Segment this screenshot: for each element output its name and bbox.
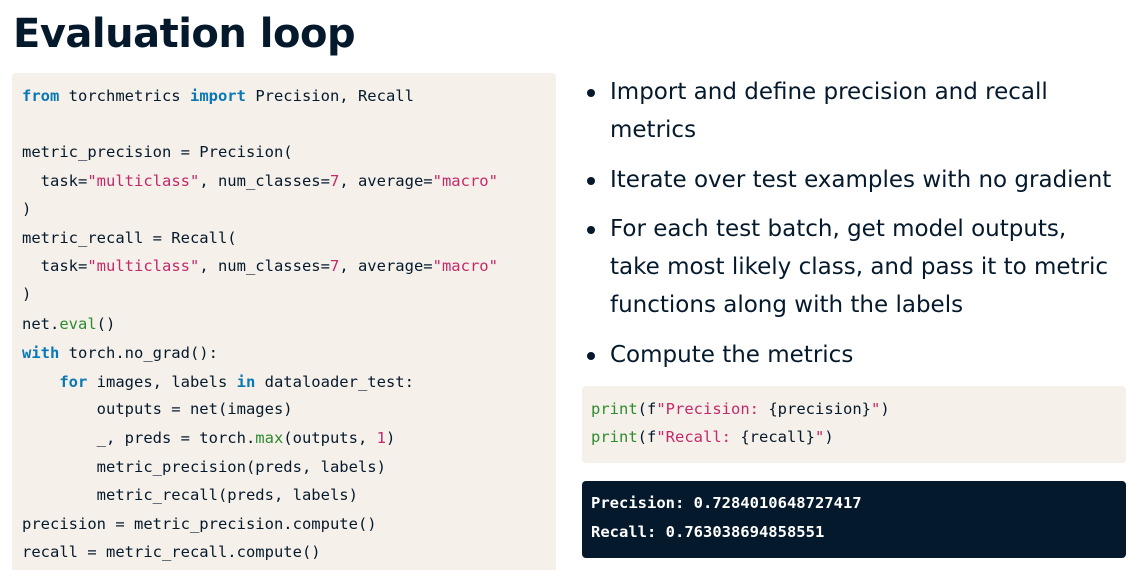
code-text: , num_classes= [199, 257, 330, 275]
code-line: metric_recall(preds, labels) [22, 486, 358, 504]
bullet-dot-icon [587, 177, 595, 185]
code-line: task="multiclass", num_classes=7, averag… [22, 171, 498, 191]
code-line: precision = metric_precision.compute() [22, 515, 377, 533]
code-number: 7 [329, 257, 340, 275]
code-text: torch.no_grad(): [59, 344, 218, 362]
output-block: Precision: 0.7284010648727417 Recall: 0.… [582, 481, 1126, 558]
code-string: " [870, 400, 881, 418]
code-string: "multiclass" [87, 257, 200, 275]
output-line: Precision: 0.7284010648727417 [591, 494, 862, 512]
code-text: (f [637, 428, 657, 446]
print-code-block: print(f"Precision: {precision}") print(f… [582, 386, 1126, 463]
code-text: images, labels [87, 373, 237, 391]
code-line: print(f"Recall: {recall}") [591, 427, 834, 447]
code-text: , average= [339, 172, 433, 190]
code-text: Precision, Recall [245, 87, 414, 105]
code-line: metric_precision(preds, labels) [22, 458, 386, 476]
code-text: ) [880, 400, 890, 418]
bullet-item: Iterate over test examples with no gradi… [582, 161, 1127, 199]
code-keyword: for [59, 373, 88, 391]
bullet-line: metrics [610, 117, 697, 143]
code-line: net.eval() [22, 314, 115, 334]
bullet-line: Compute the metrics [610, 342, 854, 368]
code-text: net. [22, 315, 60, 333]
code-text: , average= [339, 257, 433, 275]
code-function: max [255, 429, 284, 447]
code-line: metric_recall = Recall( [22, 229, 237, 247]
bullet-item: For each test batch, get model outputs, … [582, 210, 1127, 324]
code-string: "Precision: [656, 400, 769, 418]
code-number: 1 [376, 429, 386, 447]
bullet-line: Iterate over test examples with no gradi… [610, 167, 1112, 193]
bullet-dot-icon [587, 226, 595, 234]
code-text: ) [385, 429, 396, 447]
code-text: ) [824, 428, 834, 446]
code-text: {recall} [740, 428, 815, 446]
code-line: for images, labels in dataloader_test: [22, 372, 414, 392]
code-number: 7 [329, 172, 340, 190]
code-text: (outputs, [283, 429, 377, 447]
code-line: task="multiclass", num_classes=7, averag… [22, 256, 498, 276]
code-string: "macro" [432, 257, 498, 275]
code-line: metric_precision = Precision( [22, 143, 293, 161]
code-string: " [815, 428, 825, 446]
code-text: task= [22, 172, 88, 190]
code-block: from torchmetrics import Precision, Reca… [12, 73, 556, 570]
bullet-item: Import and define precision and recall m… [582, 73, 1127, 149]
bullet-line: functions along with the labels [610, 292, 964, 318]
bullet-dot-icon [587, 352, 595, 360]
code-function: print [591, 428, 638, 446]
code-keyword: with [22, 344, 60, 362]
code-line: _, preds = torch.max(outputs, 1) [22, 428, 396, 448]
code-text: (f [637, 400, 657, 418]
code-line: outputs = net(images) [22, 400, 293, 418]
code-line: from torchmetrics import Precision, Reca… [22, 86, 414, 106]
code-line: recall = metric_recall.compute() [22, 543, 321, 561]
code-text: task= [22, 257, 88, 275]
code-line: print(f"Precision: {precision}") [591, 399, 890, 419]
code-text: torchmetrics [59, 87, 190, 105]
code-function: eval [59, 315, 97, 333]
code-line: with torch.no_grad(): [22, 343, 218, 363]
code-keyword: import [189, 87, 246, 105]
code-line: ) [22, 200, 32, 218]
code-text: , num_classes= [199, 172, 330, 190]
code-text: dataloader_test: [255, 373, 414, 391]
code-text: _, preds = torch. [22, 429, 256, 447]
code-string: "Recall: [656, 428, 741, 446]
slide-title: Evaluation loop [13, 11, 356, 57]
bullet-item: Compute the metrics [582, 336, 1127, 374]
code-keyword: in [236, 373, 256, 391]
code-text: () [96, 315, 116, 333]
bullet-dot-icon [587, 89, 595, 97]
output-line: Recall: 0.763038694858551 [591, 523, 825, 541]
bullet-line: For each test batch, get model outputs, [610, 216, 1067, 242]
code-string: "multiclass" [87, 172, 200, 190]
code-function: print [591, 400, 638, 418]
code-string: "macro" [432, 172, 498, 190]
code-line: ) [22, 285, 32, 303]
bullet-line: Import and define precision and recall [610, 79, 1048, 105]
bullet-line: take most likely class, and pass it to m… [610, 254, 1109, 280]
code-text: {precision} [768, 400, 871, 418]
code-keyword: from [22, 87, 60, 105]
